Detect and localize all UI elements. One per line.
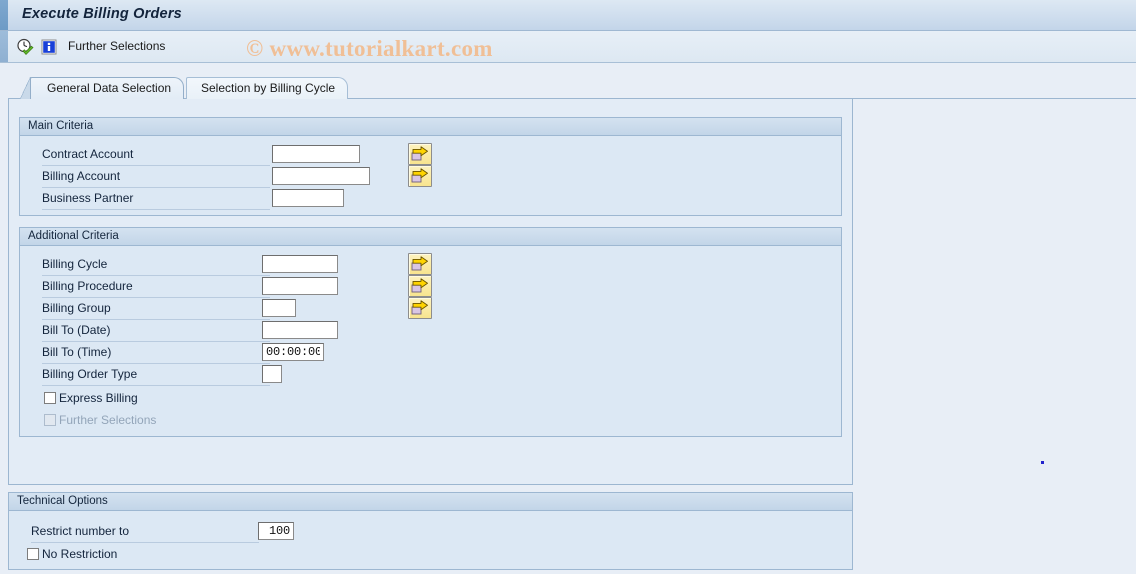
cursor-marker <box>1041 461 1044 464</box>
input-billing-procedure[interactable] <box>262 277 338 295</box>
input-bill-to-time[interactable] <box>262 343 324 361</box>
input-billing-cycle[interactable] <box>262 255 338 273</box>
field-row-billing-cycle: Billing Cycle <box>20 253 841 276</box>
label-business-partner: Business Partner <box>42 191 134 205</box>
input-bill-to-date[interactable] <box>262 321 338 339</box>
tab-general-data-selection[interactable]: General Data Selection <box>30 77 185 99</box>
field-row-billing-account: Billing Account <box>20 165 841 188</box>
multi-select-button-billing-procedure[interactable] <box>408 275 432 297</box>
input-billing-order-type[interactable] <box>262 365 282 383</box>
field-row-billing-procedure: Billing Procedure <box>20 275 841 298</box>
field-row-business-partner: Business Partner <box>20 188 841 210</box>
checkbox-row-express-billing[interactable]: Express Billing <box>44 389 138 407</box>
group-technical-options-header: Technical Options <box>9 493 852 511</box>
group-technical-options: Technical Options Restrict number to No … <box>8 492 853 570</box>
checkbox-label-no-restriction: No Restriction <box>42 547 118 561</box>
field-row-billing-order-type: Billing Order Type <box>20 364 841 386</box>
field-row-billing-group: Billing Group <box>20 297 841 320</box>
multi-select-button-contract-account[interactable] <box>408 143 432 165</box>
input-restrict-number-to[interactable] <box>258 522 294 540</box>
checkbox-row-further-selections: Further Selections <box>44 411 156 429</box>
label-bill-to-time: Bill To (Time) <box>42 345 112 359</box>
window-title-bar: Execute Billing Orders <box>0 0 1136 31</box>
row-rule <box>31 542 259 543</box>
label-billing-group: Billing Group <box>42 301 111 315</box>
label-restrict-number-to: Restrict number to <box>31 524 130 538</box>
technical-options-panel: Technical Options Restrict number to No … <box>8 492 853 570</box>
label-billing-cycle: Billing Cycle <box>42 257 108 271</box>
tab-strip: General Data Selection Selection by Bill… <box>0 63 1136 99</box>
label-billing-procedure: Billing Procedure <box>42 279 133 293</box>
label-billing-account: Billing Account <box>42 169 121 183</box>
checkbox-label-express-billing: Express Billing <box>59 391 138 405</box>
group-additional-criteria: Additional Criteria Billing Cycle Billin… <box>19 227 842 437</box>
field-row-bill-to-date: Bill To (Date) <box>20 320 841 342</box>
further-selections-toolbar-label[interactable]: Further Selections <box>68 39 165 53</box>
watermark-text: © www.tutorialkart.com <box>246 36 493 61</box>
checkbox-further-selections <box>44 414 56 426</box>
field-row-restrict-number-to: Restrict number to <box>9 521 852 543</box>
group-main-criteria: Main Criteria Contract Account Billing A… <box>19 117 842 216</box>
checkbox-label-further-selections: Further Selections <box>59 413 157 427</box>
checkbox-no-restriction[interactable] <box>27 548 39 560</box>
multi-select-button-billing-account[interactable] <box>408 165 432 187</box>
input-billing-group[interactable] <box>262 299 296 317</box>
application-toolbar: Further Selections <box>0 31 1136 63</box>
input-business-partner[interactable] <box>272 189 344 207</box>
row-rule <box>42 209 270 210</box>
group-main-criteria-header: Main Criteria <box>20 118 841 136</box>
tab-selection-by-billing-cycle[interactable]: Selection by Billing Cycle <box>186 77 349 99</box>
general-data-selection-panel: Main Criteria Contract Account Billing A… <box>8 99 853 485</box>
field-row-bill-to-time: Bill To (Time) <box>20 342 841 364</box>
clock-check-icon[interactable] <box>16 38 34 56</box>
checkbox-express-billing[interactable] <box>44 392 56 404</box>
input-contract-account[interactable] <box>272 145 360 163</box>
group-additional-criteria-header: Additional Criteria <box>20 228 841 246</box>
label-billing-order-type: Billing Order Type <box>42 367 138 381</box>
label-contract-account: Contract Account <box>42 147 134 161</box>
label-bill-to-date: Bill To (Date) <box>42 323 111 337</box>
input-billing-account[interactable] <box>272 167 370 185</box>
multi-select-button-billing-cycle[interactable] <box>408 253 432 275</box>
multi-select-button-billing-group[interactable] <box>408 297 432 319</box>
field-row-contract-account: Contract Account <box>20 143 841 166</box>
toolbar-left-edge <box>0 31 8 62</box>
title-bar-left-edge <box>0 0 8 30</box>
page-title: Execute Billing Orders <box>22 6 182 22</box>
row-rule <box>42 385 270 386</box>
checkbox-row-no-restriction[interactable]: No Restriction <box>27 545 117 563</box>
info-icon[interactable] <box>40 38 58 56</box>
